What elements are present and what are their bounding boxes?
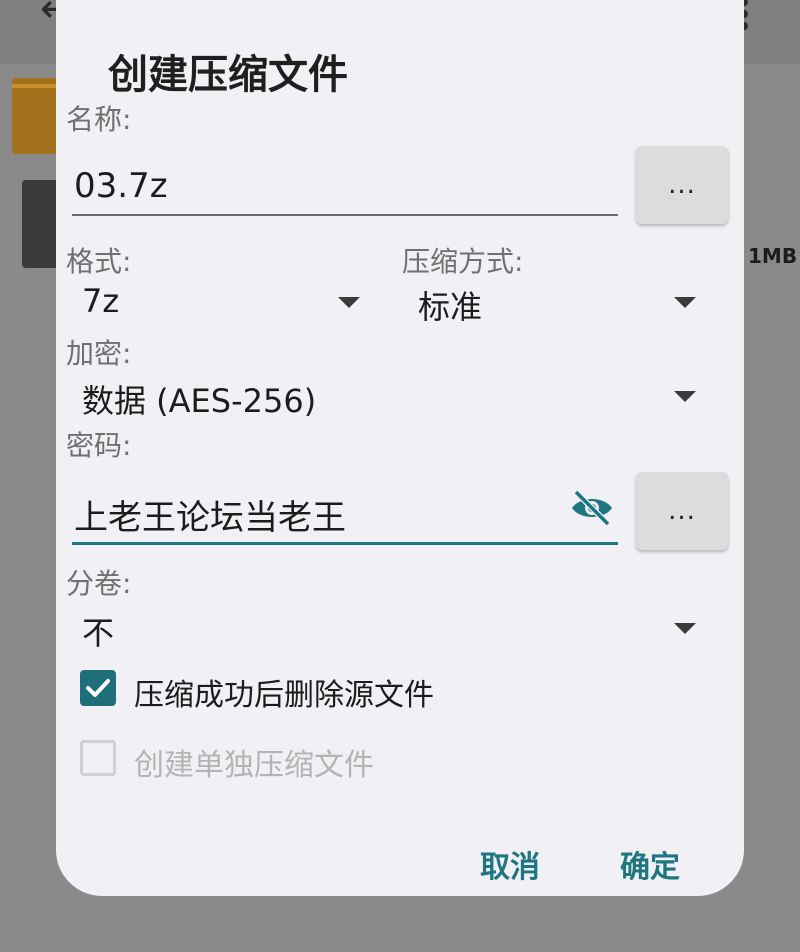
name-input-value: 03.7z <box>74 166 168 206</box>
password-options-button[interactable]: ... <box>636 472 728 550</box>
format-dropdown[interactable]: 7z <box>72 278 372 326</box>
delete-source-label[interactable]: 压缩成功后删除源文件 <box>134 670 434 714</box>
encryption-label: 加密: <box>66 337 132 370</box>
separate-archives-checkbox[interactable] <box>80 740 116 776</box>
compression-dropdown[interactable]: 标准 <box>408 278 700 326</box>
compression-dropdown-value: 标准 <box>418 288 483 326</box>
delete-source-checkbox[interactable] <box>80 670 116 706</box>
separate-archives-label[interactable]: 创建单独压缩文件 <box>134 740 374 784</box>
name-browse-button[interactable]: ... <box>636 146 728 224</box>
password-input[interactable]: 上老王论坛当老王 <box>72 478 618 545</box>
encryption-dropdown-value: 数据 (AES-256) <box>82 382 317 420</box>
chevron-down-icon <box>674 297 696 308</box>
ok-button[interactable]: 确定 <box>620 842 680 886</box>
create-archive-dialog: 创建压缩文件 名称: 03.7z ... 格式: 压缩方式: 7z 标准 加密:… <box>56 0 744 896</box>
volume-label: 分卷: <box>66 567 132 600</box>
cancel-button[interactable]: 取消 <box>480 842 540 886</box>
name-label: 名称: <box>66 103 132 136</box>
password-label: 密码: <box>66 429 132 462</box>
compression-label: 压缩方式: <box>402 245 524 278</box>
password-input-value: 上老王论坛当老王 <box>74 498 346 538</box>
visibility-off-icon[interactable] <box>568 488 616 528</box>
format-dropdown-value: 7z <box>82 282 120 320</box>
file-size: 1MB <box>748 244 798 268</box>
dialog-title: 创建压缩文件 <box>108 52 348 98</box>
name-input[interactable]: 03.7z <box>72 150 618 216</box>
format-label: 格式: <box>66 245 132 278</box>
encryption-dropdown[interactable]: 数据 (AES-256) <box>72 372 700 420</box>
volume-dropdown[interactable]: 不 <box>72 604 700 652</box>
volume-dropdown-value: 不 <box>82 614 115 652</box>
chevron-down-icon <box>674 391 696 402</box>
chevron-down-icon <box>674 623 696 634</box>
chevron-down-icon <box>338 297 360 308</box>
checkmark-icon <box>86 679 110 697</box>
